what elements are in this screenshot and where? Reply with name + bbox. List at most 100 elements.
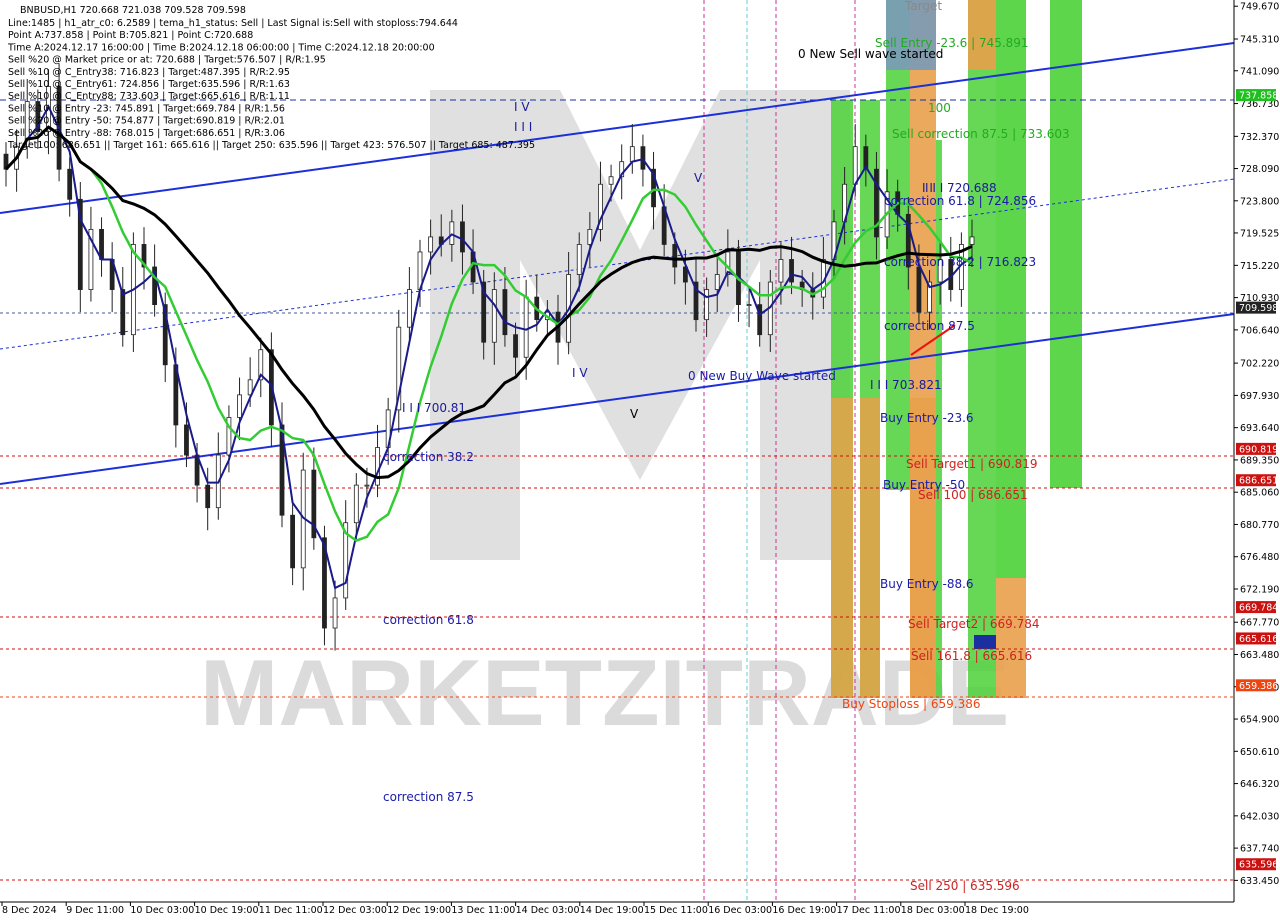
x-tick-label: 17 Dec 11:00 xyxy=(837,905,901,916)
y-tick-label: 663.480 xyxy=(1240,650,1279,661)
candle-body xyxy=(205,484,211,509)
x-tick-label: 16 Dec 03:00 xyxy=(708,905,772,916)
annotation-label: Sell Target1 | 690.819 xyxy=(906,457,1038,471)
info-line: Sell %10 @ C_Entry61: 724.856 | Target:6… xyxy=(8,79,290,90)
candle-body xyxy=(290,514,296,569)
candle-body xyxy=(969,236,975,245)
x-tick-label: 18 Dec 19:00 xyxy=(965,905,1029,916)
x-tick-label: 18 Dec 03:00 xyxy=(901,905,965,916)
y-tick-label: 680.770 xyxy=(1240,520,1279,531)
price-tag-label: 690.819 xyxy=(1239,444,1278,455)
price-tag-label: 686.651 xyxy=(1239,476,1278,487)
candle-body xyxy=(67,168,73,200)
candle-body xyxy=(852,146,858,185)
candle-body xyxy=(491,289,497,343)
annotation-label: correction 38.2 | 716.823 xyxy=(884,255,1036,269)
annotation-label: Buy Entry -23.6 xyxy=(880,411,974,425)
x-axis: 8 Dec 2024 9 Dec 11:00 10 Dec 03:00 10 Dec … xyxy=(1,902,1029,916)
price-chart[interactable]: MARKETZITRADE Sell Entry -23.6 | 745.891… xyxy=(0,0,1280,920)
candle-body xyxy=(184,424,189,456)
y-tick-label: 715.220 xyxy=(1240,261,1279,272)
x-tick-label: 12 Dec 19:00 xyxy=(387,905,451,916)
x-tick-label: 8 Dec 2024 xyxy=(2,905,57,916)
y-tick-label: 741.090 xyxy=(1240,66,1279,77)
info-line: Target100: 686.651 || Target 161: 665.61… xyxy=(7,140,535,151)
candle-body xyxy=(714,274,720,290)
y-tick-label: 719.525 xyxy=(1240,228,1279,239)
candle-body xyxy=(353,484,359,524)
price-tag-label: 635.596 xyxy=(1239,860,1278,871)
info-line: Sell %10 @ C_Entry88: 733.603 | Target:6… xyxy=(8,91,290,102)
annotation-label: I I xyxy=(922,181,933,195)
candle-body xyxy=(502,289,508,336)
annotation-label: 0 New Buy Wave started xyxy=(688,369,836,383)
symbol-line: BNBUSD,H1 720.668 721.038 709.528 709.59… xyxy=(20,5,246,16)
annotation-label: correction 38.2 xyxy=(383,450,474,464)
candle-body xyxy=(449,221,455,245)
info-line: Sell %20 @ Market price or at: 720.688 |… xyxy=(8,55,326,66)
y-tick-label: 672.190 xyxy=(1240,584,1279,595)
info-line: Time A:2024.12.17 16:00:00 | Time B:2024… xyxy=(7,42,435,53)
price-tag-label: 737.858 xyxy=(1239,91,1278,102)
candle-body xyxy=(237,394,242,418)
y-tick-label: 650.610 xyxy=(1240,747,1279,758)
y-tick-label: 693.640 xyxy=(1240,423,1279,434)
annotation-label: Sell 161.8 | 665.616 xyxy=(911,649,1032,663)
y-tick-label: 732.370 xyxy=(1240,132,1279,143)
y-tick-label: 702.220 xyxy=(1240,359,1279,370)
candle-body xyxy=(640,146,646,170)
y-tick-label: 685.060 xyxy=(1240,488,1279,499)
annotation-label: I I I 703.821 xyxy=(870,378,942,392)
y-tick-label: 637.740 xyxy=(1240,844,1279,855)
y-tick-label: 689.350 xyxy=(1240,455,1279,466)
y-tick-label: 749.670 xyxy=(1240,2,1279,13)
x-tick-label: 15 Dec 11:00 xyxy=(644,905,708,916)
annotation-label: Target xyxy=(904,0,942,13)
info-line: Line:1485 | h1_atr_c0: 6.2589 | tema_h1_… xyxy=(8,18,458,29)
annotation-label: V xyxy=(630,407,639,421)
annotation-label: correction 87.5 xyxy=(884,319,975,333)
y-tick-label: 654.900 xyxy=(1240,715,1279,726)
x-tick-label: 16 Dec 19:00 xyxy=(772,905,836,916)
y-tick-label: 676.480 xyxy=(1240,552,1279,563)
annotation-label: Buy Stoploss | 659.386 xyxy=(842,697,981,711)
candle-body xyxy=(576,244,582,275)
candle-body xyxy=(428,236,434,253)
candle-body xyxy=(672,244,678,268)
price-tag-label: 669.784 xyxy=(1239,603,1278,614)
info-line: Sell %10 @ Entry -23: 745.891 | Target:6… xyxy=(8,103,285,114)
candle-body xyxy=(746,304,752,307)
watermark-text: MARKETZITRADE xyxy=(200,640,1009,745)
candle-body xyxy=(332,597,338,629)
y-tick-label: 728.090 xyxy=(1240,164,1279,175)
y-tick-label: 723.800 xyxy=(1240,196,1279,207)
candle-body xyxy=(460,221,465,253)
info-line: Sell %20 @ Entry -50: 754.877 | Target:6… xyxy=(8,116,285,127)
candle-body xyxy=(629,146,635,163)
annotation-label: correction 61.8 | 724.856 xyxy=(884,194,1036,208)
candle-body xyxy=(587,228,593,245)
y-tick-label: 667.770 xyxy=(1240,618,1279,629)
annotation-label: V xyxy=(694,171,703,185)
annotation-label: I V xyxy=(514,100,530,114)
x-tick-label: 14 Dec 19:00 xyxy=(580,905,644,916)
candle-body xyxy=(120,289,126,336)
info-line: Point A:737.858 | Point B:705.821 | Poin… xyxy=(8,30,253,41)
candle-body xyxy=(523,296,529,358)
x-tick-label: 9 Dec 11:00 xyxy=(66,905,124,916)
y-tick-label: 745.310 xyxy=(1240,35,1279,46)
annotation-label: correction 87.5 xyxy=(383,790,474,804)
candle-body xyxy=(778,259,784,283)
y-tick-label: 697.930 xyxy=(1240,391,1279,402)
annotation-label: I I I 720.688 xyxy=(925,181,997,195)
candle-body xyxy=(916,266,922,313)
candle-body xyxy=(513,334,518,358)
annotation-label: I I I xyxy=(514,120,532,134)
annotation-label: Sell Target2 | 669.784 xyxy=(908,617,1040,631)
annotation-label: Buy Entry -88.6 xyxy=(880,577,974,591)
annotation-label: Sell 100 | 686.651 xyxy=(918,488,1028,502)
candle-body xyxy=(375,447,380,486)
price-tag-label: 709.598 xyxy=(1239,303,1278,314)
x-tick-label: 12 Dec 03:00 xyxy=(323,905,387,916)
info-line: Sell %10 @ C_Entry38: 716.823 | Target:4… xyxy=(8,67,290,78)
